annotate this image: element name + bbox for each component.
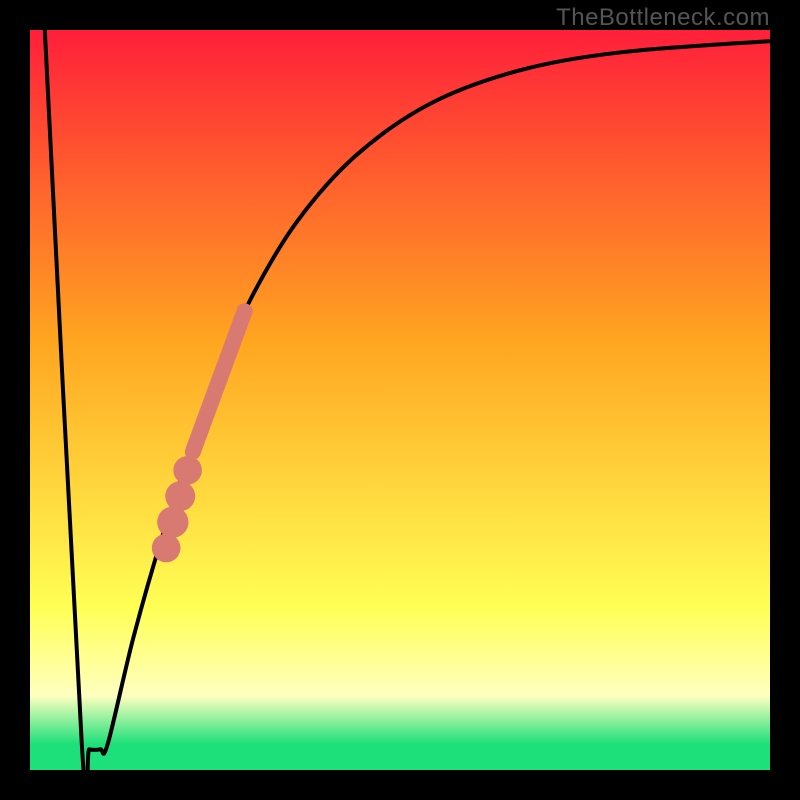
gradient-background [30,30,770,770]
highlight-dot [157,506,188,537]
highlight-dot [152,534,181,563]
highlight-dot [165,481,195,511]
chart-frame: TheBottleneck.com [0,0,800,800]
plot-area [30,30,770,770]
chart-svg [30,30,770,770]
highlight-dot [173,456,202,485]
source-label: TheBottleneck.com [556,4,770,32]
